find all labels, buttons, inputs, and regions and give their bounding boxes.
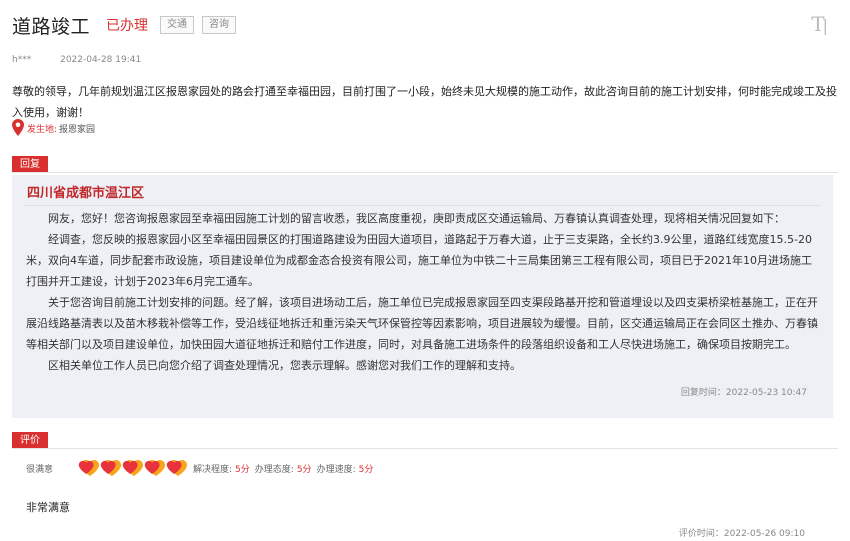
heart-icon [166,460,187,476]
reply-box: 四川省成都市温江区 网友，您好！您咨询报恩家园至幸福田园施工计划的留言收悉，我区… [12,175,833,418]
rating-row: 很满意 解决程度: 5分 办理态度: 5分 办理速度: 5分 [12,458,373,478]
evaluation-time: 评价时间：2022-05-26 09:10 [678,529,805,539]
evaluation-comment: 非常满意 [26,501,70,514]
reply-section-tag: 回复 [12,156,48,173]
evaluation-divider [12,448,838,449]
score-resolution: 解决程度: 5分 [193,462,250,475]
score-label: 办理态度: [254,464,294,475]
heart-icon [122,460,143,476]
reply-paragraph: 区相关单位工作人员已向您介绍了调查处理情况，您表示理解。感谢您对我们工作的理解和… [48,359,521,372]
location-row: 发生地: 报恩家园 [12,119,95,137]
reply-separator [24,205,821,206]
score-speed: 办理速度: 5分 [317,462,374,475]
message-content: 尊敬的领导，几年前规划温江区报恩家园处的路会打通至幸福田园，目前打围了一小段，始… [12,85,837,119]
heart-icon [144,460,165,476]
reply-org: 四川省成都市温江区 [27,186,145,201]
tag-traffic[interactable]: 交通 [160,16,195,34]
score-attitude: 办理态度: 5分 [255,462,312,475]
heart-rating [78,458,188,478]
status-label: 已办理 [106,18,149,34]
reply-divider [12,172,838,173]
font-size-icon[interactable]: T| [811,12,828,36]
post-date: 2022-04-28 19:41 [60,55,142,65]
page-title: 道路竣工 [12,15,91,38]
evaluation-section-tag: 评价 [12,432,48,449]
score-label: 解决程度: [193,464,233,475]
heart-icon [78,460,99,476]
reply-paragraph: 关于您咨询目前施工计划安排的问题。经了解，该项目进场动工后，施工单位已完成报恩家… [26,296,818,351]
score-value: 5分 [235,464,250,475]
score-value: 5分 [296,464,312,475]
page-header: 道路竣工 已办理 交通 咨询 [12,10,237,40]
heart-icon [100,460,121,476]
reply-time: 回复时间：2022-05-23 10:47 [680,388,807,398]
reply-body: 网友，您好！您咨询报恩家园至幸福田园施工计划的留言收悉，我区高度重视，庚即责成区… [26,208,820,376]
location-value: 报恩家园 [59,124,96,135]
tag-consult[interactable]: 咨询 [202,16,237,34]
location-label: 发生地: [27,124,58,135]
map-pin-icon [12,119,24,136]
score-value: 5分 [358,464,374,475]
reply-paragraph: 经调查，您反映的报恩家园小区至幸福田园景区的打围道路建设为田园大道项目，道路起于… [26,233,812,288]
post-meta: h*** 2022-04-28 19:41 [12,55,141,65]
reply-paragraph: 网友，您好！您咨询报恩家园至幸福田园施工计划的留言收悉，我区高度重视，庚即责成区… [48,212,785,225]
author-name: h*** [12,55,32,65]
satisfaction-label: 很满意 [26,464,54,475]
score-label: 办理速度: [316,464,356,475]
